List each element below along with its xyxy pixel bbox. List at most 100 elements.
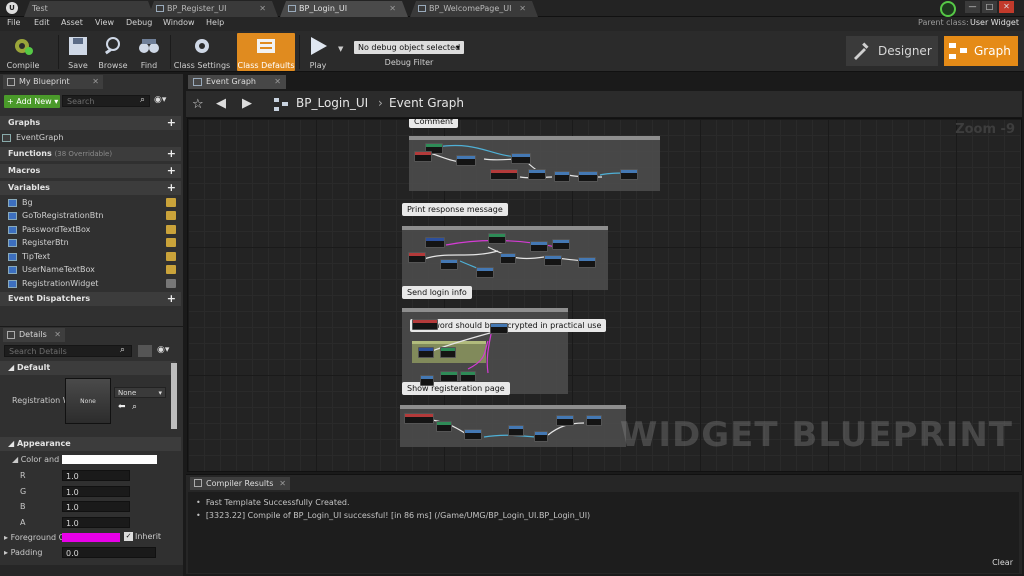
close-icon[interactable]: ✕ [92,75,99,88]
close-icon[interactable]: ✕ [519,1,526,16]
blueprint-node[interactable] [425,237,445,248]
color-b-input[interactable]: 1.0 [62,501,130,512]
variable-item-passwordtextbox[interactable]: PasswordTextBox [8,223,180,236]
save-button[interactable]: Save [63,33,93,71]
blueprint-node[interactable] [500,253,516,264]
add-graph-icon[interactable]: + [167,116,176,130]
variable-item-gotoregistrationbtn[interactable]: GoToRegistrationBtn [8,209,180,222]
variable-item-bg[interactable]: Bg [8,196,180,209]
close-icon[interactable]: ✕ [274,75,281,89]
appearance-section-header[interactable]: ◢ Appearance [0,437,181,451]
blueprint-node[interactable] [464,429,482,440]
blueprint-node[interactable] [476,267,494,278]
blueprint-node[interactable] [534,431,548,442]
padding-input[interactable]: 0.0 [62,547,156,558]
menu-debug[interactable]: Debug [126,18,152,27]
eye-visibility-icon[interactable] [166,225,176,234]
event-graph-item[interactable]: EventGraph [2,131,174,144]
play-options-chevron-icon[interactable]: ▼ [338,45,343,53]
eye-visibility-icon[interactable] [166,238,176,247]
play-button[interactable]: Play [302,33,334,71]
blueprint-node[interactable] [436,421,452,432]
color-r-input[interactable]: 1.0 [62,470,130,481]
menu-window[interactable]: Window [163,18,195,27]
tab-event-graph[interactable]: Event Graph ✕ [188,75,286,89]
event-dispatchers-section-header[interactable]: Event Dispatchers + [0,292,181,306]
minimize-icon[interactable]: — [965,1,980,13]
variables-section-header[interactable]: Variables + [0,181,181,195]
inherit-checkbox[interactable]: ✓ [124,532,133,541]
asset-thumbnail[interactable]: None [65,378,111,424]
color-g-input[interactable]: 1.0 [62,486,130,497]
eye-icon[interactable]: ◉▾ [157,345,169,355]
details-scrollbar[interactable] [171,363,177,429]
color-opacity-swatch[interactable] [62,455,157,464]
eye-visibility-icon[interactable] [166,279,176,288]
add-function-icon[interactable]: + [167,147,176,161]
tab-bp-welcomepage-ui[interactable]: BP_WelcomePage_UI ✕ [410,1,538,17]
blueprint-node[interactable] [530,241,548,252]
blueprint-node[interactable] [552,239,570,250]
close-icon[interactable]: ✕ [259,1,266,16]
browse-asset-icon[interactable]: ⌕ [132,402,137,412]
menu-help[interactable]: Help [206,18,224,27]
class-defaults-button[interactable]: Class Defaults [237,33,295,71]
blueprint-node[interactable] [440,259,458,270]
blueprint-node[interactable] [408,252,426,263]
source-control-status-icon[interactable] [940,1,956,17]
blueprint-node[interactable] [528,169,546,180]
menu-file[interactable]: File [7,18,20,27]
blueprint-node[interactable] [404,413,434,424]
class-settings-button[interactable]: Class Settings [173,33,231,71]
variable-item-tiptext[interactable]: TipText [8,250,180,263]
menu-asset[interactable]: Asset [61,18,83,27]
graph-mode-button[interactable]: Graph [944,36,1018,66]
variable-item-usernametextbox[interactable]: UserNameTextBox [8,263,180,276]
blueprint-node[interactable] [511,153,531,164]
add-variable-icon[interactable]: + [167,181,176,195]
blueprint-node[interactable] [488,233,506,244]
blueprint-node[interactable] [578,171,598,182]
blueprint-node[interactable] [440,371,458,382]
tab-compiler-results[interactable]: Compiler Results ✕ [190,477,290,490]
parent-class-value[interactable]: User Widget [970,18,1019,27]
blueprint-node[interactable] [456,155,476,166]
tab-test[interactable]: Test [24,1,154,17]
close-window-icon[interactable]: ✕ [999,1,1014,13]
forward-arrow-icon[interactable]: ▶ [242,96,252,111]
blueprint-node[interactable] [412,319,438,330]
use-selected-arrow-icon[interactable]: ⬅ [118,402,126,412]
breadcrumb-blueprint-name[interactable]: BP_Login_UI [296,96,368,110]
find-button[interactable]: Find [134,33,164,71]
blueprint-node[interactable] [460,371,476,382]
close-icon[interactable]: ✕ [54,328,61,341]
macros-section-header[interactable]: Macros + [0,164,181,178]
blueprint-node[interactable] [554,171,570,182]
event-graph-canvas[interactable]: Zoom -9 Comment Print response message S… [187,118,1022,472]
compile-button[interactable]: Compile [2,33,44,71]
blueprint-node[interactable] [490,323,508,334]
close-icon[interactable]: ✕ [279,477,286,490]
color-a-input[interactable]: 1.0 [62,517,130,528]
tab-bp-login-ui[interactable]: BP_Login_UI ✕ [280,1,408,17]
blueprint-node[interactable] [420,375,434,386]
blueprint-node[interactable] [586,415,602,426]
designer-mode-button[interactable]: Designer › [846,36,948,66]
eye-visibility-icon[interactable] [166,198,176,207]
maximize-icon[interactable]: □ [982,1,997,13]
menu-view[interactable]: View [95,18,114,27]
add-dispatcher-icon[interactable]: + [167,292,176,306]
foreground-color-swatch[interactable] [62,533,120,542]
tab-details[interactable]: Details ✕ [3,328,65,342]
blueprint-node[interactable] [414,151,432,162]
close-icon[interactable]: ✕ [389,1,396,16]
add-new-button[interactable]: + Add New ▾ [4,95,60,108]
tab-bp-register-ui[interactable]: BP_Register_UI ✕ [148,1,278,17]
property-matrix-icon[interactable] [138,345,152,357]
blueprint-node[interactable] [556,415,574,426]
graphs-section-header[interactable]: Graphs + [0,116,181,130]
tab-my-blueprint[interactable]: My Blueprint ✕ [3,75,103,89]
menu-edit[interactable]: Edit [34,18,50,27]
blueprint-node[interactable] [440,347,456,358]
my-blueprint-search-input[interactable]: Search [62,95,150,107]
